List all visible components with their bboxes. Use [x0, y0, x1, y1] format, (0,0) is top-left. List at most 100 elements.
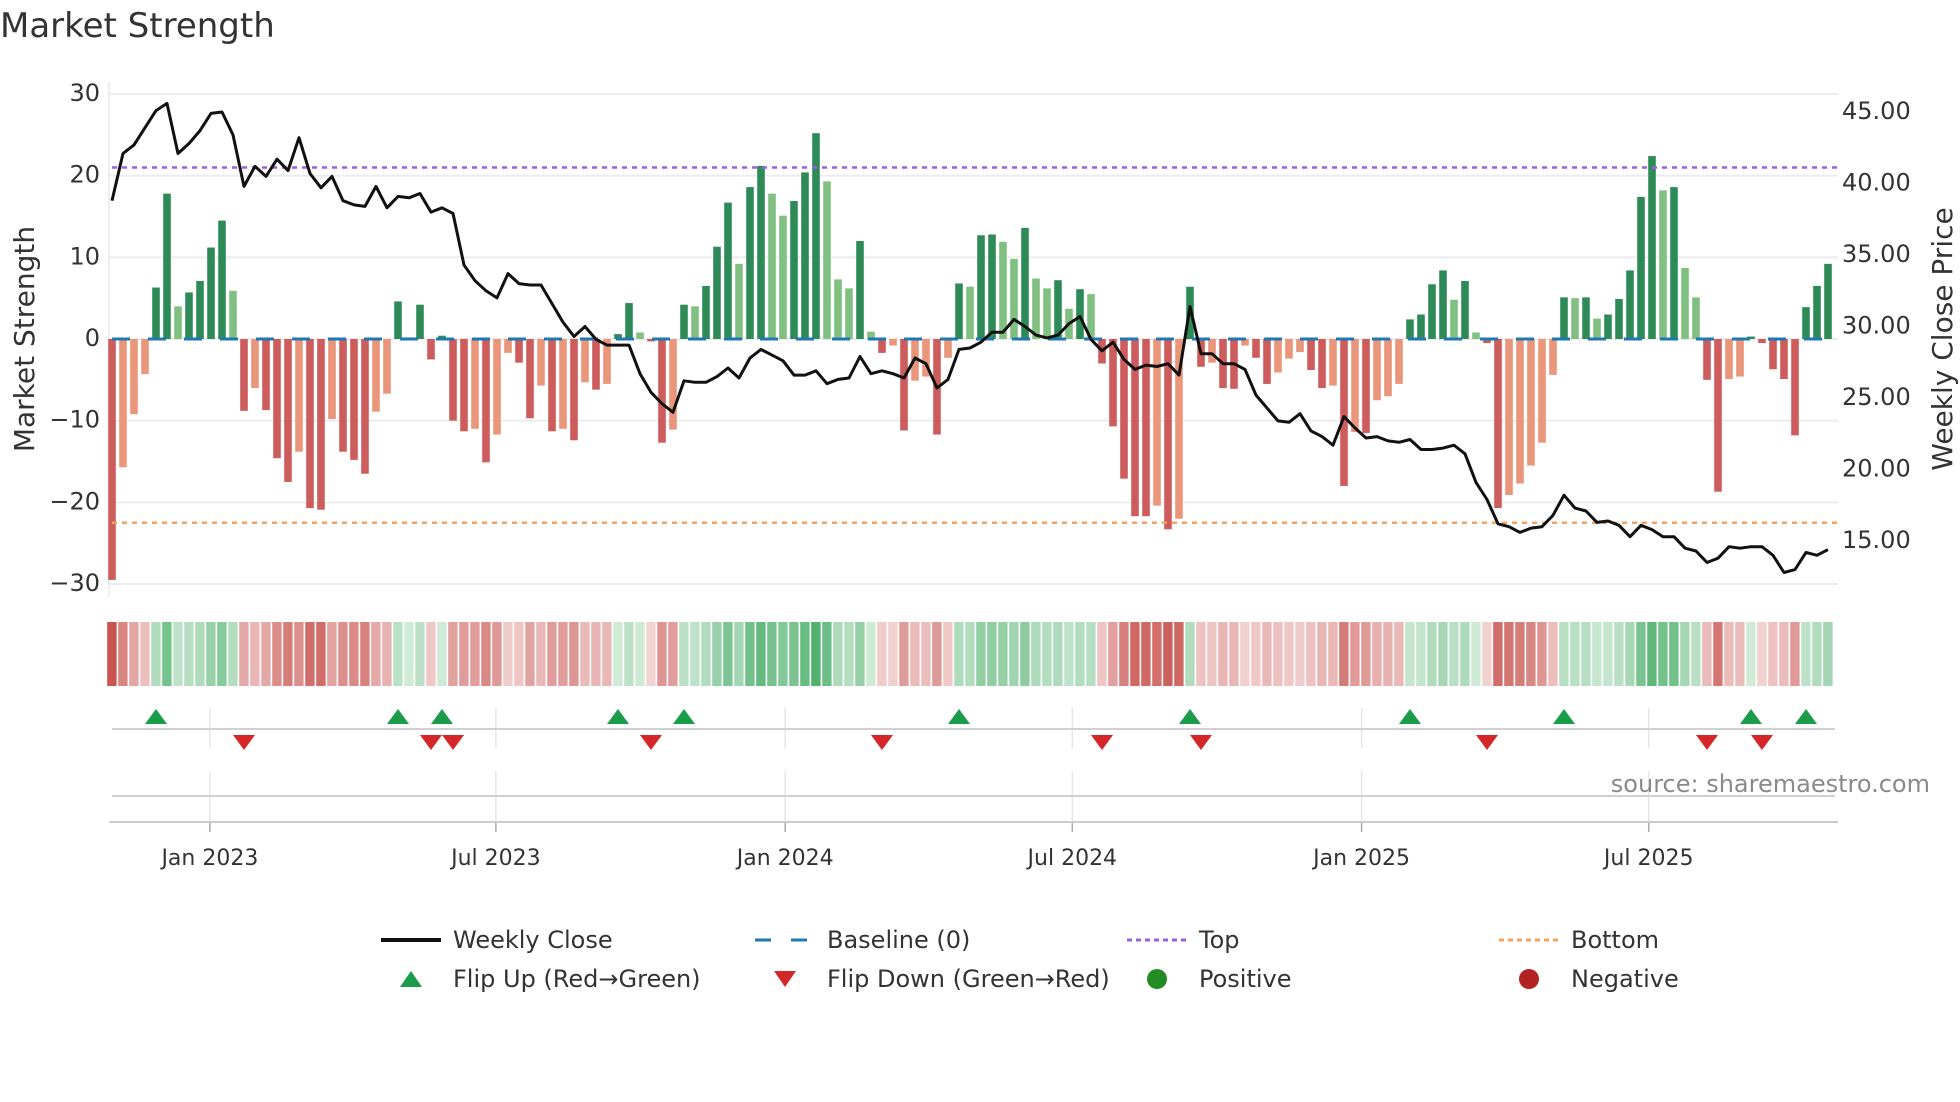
flip-up-marker: [1740, 709, 1762, 724]
strip-cell: [481, 622, 491, 686]
strength-bar: [669, 339, 677, 430]
strength-bar: [1813, 285, 1821, 339]
strength-bar: [757, 165, 765, 339]
flip-up-marker: [948, 709, 970, 724]
strip-cell: [1185, 622, 1195, 686]
strength-bar: [1703, 339, 1711, 380]
strip-cell: [371, 622, 381, 686]
strip-cell: [679, 622, 689, 686]
strength-bar: [339, 339, 347, 452]
strip-cell: [569, 622, 579, 686]
y2-tick-label: 30.00: [1842, 312, 1911, 340]
strip-cell: [943, 622, 953, 686]
strip-cell: [327, 622, 337, 686]
y-tick-label: 20: [69, 161, 100, 189]
y2-axis-label: Weekly Close Price: [1926, 207, 1959, 470]
strip-cell: [1647, 622, 1657, 686]
strength-bar: [790, 200, 798, 339]
strength-bar: [482, 339, 490, 463]
strength-bar: [1351, 339, 1359, 433]
y-tick-label: −10: [49, 406, 100, 434]
legend-label: Top: [1199, 926, 1240, 954]
strength-bar: [1362, 339, 1370, 433]
strength-bar: [427, 339, 435, 360]
strength-bar: [801, 172, 809, 339]
strength-bar: [570, 339, 578, 441]
strength-bar: [1615, 298, 1623, 339]
strip-cell: [382, 622, 392, 686]
strength-bar: [1032, 278, 1040, 339]
circle-green-icon: [1127, 969, 1187, 989]
strip-cell: [965, 622, 975, 686]
strip-cell: [1581, 622, 1591, 686]
flip-down-marker: [1696, 735, 1718, 750]
strength-bar: [372, 339, 380, 412]
strip-cell: [1460, 622, 1470, 686]
strength-bar: [295, 339, 303, 452]
strip-cell: [833, 622, 843, 686]
strip-cell: [877, 622, 887, 686]
strip-cell: [987, 622, 997, 686]
y2-tick-label: 25.00: [1842, 383, 1911, 411]
strength-bar: [724, 202, 732, 339]
flip-down-marker: [1190, 735, 1212, 750]
strength-bar: [1208, 339, 1216, 363]
strength-bar: [1824, 263, 1832, 339]
strength-bar: [702, 285, 710, 339]
strength-bar: [1153, 339, 1161, 506]
triangle-up-icon: [381, 969, 441, 989]
flip-up-marker: [673, 709, 695, 724]
flip-up-marker: [1553, 709, 1575, 724]
strip-cell: [712, 622, 722, 686]
strip-cell: [1075, 622, 1085, 686]
strip-cell: [316, 622, 326, 686]
strength-bar: [845, 288, 853, 339]
strength-bar: [1043, 288, 1051, 339]
strength-bar: [1725, 339, 1733, 380]
strip-cell: [1130, 622, 1140, 686]
strength-bar: [207, 247, 215, 339]
strength-bar: [262, 339, 270, 411]
source-credit: source: sharemaestro.com: [1610, 770, 1930, 798]
strip-cell: [1097, 622, 1107, 686]
strip-cell: [1152, 622, 1162, 686]
strength-bar: [1714, 339, 1722, 492]
strip-cell: [1207, 622, 1217, 686]
strength-bar: [394, 301, 402, 339]
strip-cell: [294, 622, 304, 686]
strength-bar: [856, 241, 864, 339]
strength-bar: [383, 339, 391, 394]
strength-bar: [108, 339, 116, 580]
strip-cell: [1713, 622, 1723, 686]
strength-bar: [526, 339, 534, 419]
strip-cell: [1317, 622, 1327, 686]
dotted-line-icon: [1127, 930, 1187, 950]
strip-cell: [1020, 622, 1030, 686]
strip-cell: [1812, 622, 1822, 686]
strip-cell: [283, 622, 293, 686]
strength-bar: [130, 339, 138, 415]
strength-bar: [1395, 339, 1403, 384]
strip-cell: [1746, 622, 1756, 686]
legend-label: Weekly Close: [453, 926, 613, 954]
strength-bar: [1626, 270, 1634, 339]
strip-cell: [734, 622, 744, 686]
strip-cell: [701, 622, 711, 686]
strip-cell: [1427, 622, 1437, 686]
strength-bar: [1461, 281, 1469, 339]
flip-up-marker: [1795, 709, 1817, 724]
strip-cell: [998, 622, 1008, 686]
strip-cell: [1790, 622, 1800, 686]
strength-bar: [1450, 299, 1458, 339]
strip-cell: [1009, 622, 1019, 686]
x-tick-label: Jan 2025: [1311, 846, 1410, 871]
y2-tick-label: 40.00: [1842, 169, 1911, 197]
strip-cell: [239, 622, 249, 686]
strip-cell: [1548, 622, 1558, 686]
legend-flip-down: Flip Down (Green→Red): [755, 965, 1110, 993]
strip-cell: [1163, 622, 1173, 686]
strength-bar: [1593, 318, 1601, 339]
x-tick-label: Jan 2023: [159, 846, 258, 871]
strip-cell: [767, 622, 777, 686]
strength-bar: [713, 246, 721, 339]
